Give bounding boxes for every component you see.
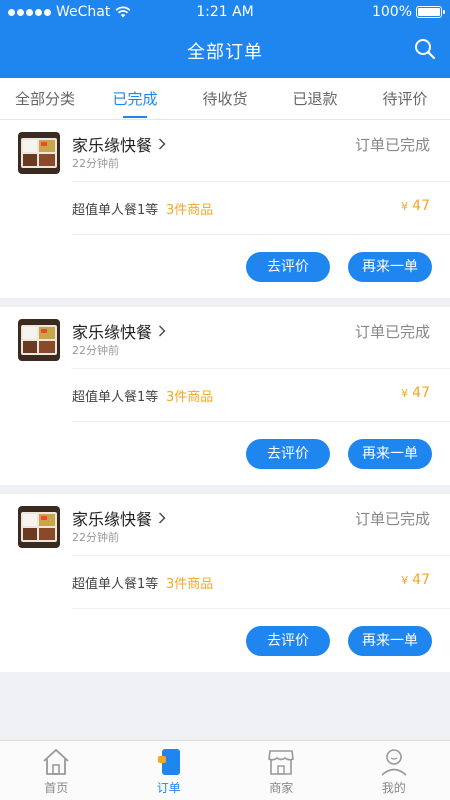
divider [72,421,450,422]
signal-icon [8,8,51,16]
item-name: 超值单人餐1等 [72,390,159,405]
app-header: WeChat 1:21 AM 100% 全部订单 [0,0,450,78]
shop-name: 家乐缘快餐 [72,323,153,342]
order-card[interactable]: 家乐缘快餐 22分钟前 订单已完成 超值单人餐1等 3件商品 ¥47 去评价 再… [0,494,450,672]
shop-name: 家乐缘快餐 [72,136,153,155]
tabbar-label: 首页 [44,781,69,795]
page-title: 全部订单 [187,42,263,63]
battery-percent: 100% [371,4,412,20]
food-thumbnail[interactable] [18,132,60,174]
shop-link[interactable]: 家乐缘快餐 [72,319,166,343]
shop-link[interactable]: 家乐缘快餐 [72,132,166,156]
tabbar-merchants[interactable]: 商家 [225,741,338,800]
review-button[interactable]: 去评价 [246,439,330,469]
tabbar-label: 商家 [269,781,294,795]
order-tabs: 全部分类 已完成 待收货 已退款 待评价 [0,78,450,120]
tab-to-receive[interactable]: 待收货 [180,78,270,119]
order-card[interactable]: 家乐缘快餐 22分钟前 订单已完成 超值单人餐1等 3件商品 ¥47 去评价 再… [0,120,450,298]
divider [72,555,450,556]
reorder-button[interactable]: 再来一单 [348,252,432,282]
order-price: ¥47 [401,385,430,401]
item-count: 3件商品 [166,577,214,592]
divider [72,234,450,235]
order-list: 家乐缘快餐 22分钟前 订单已完成 超值单人餐1等 3件商品 ¥47 去评价 再… [0,120,450,681]
divider [72,368,450,369]
price-value: 47 [412,572,430,588]
search-icon[interactable] [414,38,436,60]
order-time: 22分钟前 [72,157,119,170]
divider [72,608,450,609]
divider [72,181,450,182]
carrier-name: WeChat [56,4,111,20]
profile-icon [381,749,407,776]
review-button[interactable]: 去评价 [246,252,330,282]
price-value: 47 [412,385,430,401]
currency-symbol: ¥ [401,387,409,400]
currency-symbol: ¥ [401,200,409,213]
chevron-right-icon [159,325,166,337]
tabbar-orders[interactable]: 订单 [113,741,226,800]
tab-to-review[interactable]: 待评价 [360,78,450,119]
tab-completed[interactable]: 已完成 [90,78,180,119]
tab-all[interactable]: 全部分类 [0,78,90,119]
order-card[interactable]: 家乐缘快餐 22分钟前 订单已完成 超值单人餐1等 3件商品 ¥47 去评价 再… [0,307,450,485]
order-time: 22分钟前 [72,531,119,544]
tab-refunded[interactable]: 已退款 [270,78,360,119]
tabbar-profile[interactable]: 我的 [338,741,450,800]
order-price: ¥47 [401,572,430,588]
bottom-tab-bar: 首页 订单 商家 我的 [0,740,450,800]
food-thumbnail[interactable] [18,319,60,361]
battery-icon [416,6,445,18]
orders-icon [157,749,180,775]
order-status: 订单已完成 [354,136,430,154]
price-value: 47 [412,198,430,214]
wifi-icon [115,6,131,18]
order-status: 订单已完成 [354,510,430,528]
home-icon [43,748,69,775]
shop-icon [268,750,295,775]
tabbar-label: 订单 [156,781,181,795]
order-price: ¥47 [401,198,430,214]
reorder-button[interactable]: 再来一单 [348,439,432,469]
shop-name: 家乐缘快餐 [72,510,153,529]
tabbar-home[interactable]: 首页 [0,741,113,800]
item-name: 超值单人餐1等 [72,203,159,218]
reorder-button[interactable]: 再来一单 [348,626,432,656]
status-bar: WeChat 1:21 AM 100% [0,0,450,24]
chevron-right-icon [159,138,166,150]
item-name: 超值单人餐1等 [72,577,159,592]
item-count: 3件商品 [166,390,214,405]
food-thumbnail[interactable] [18,506,60,548]
review-button[interactable]: 去评价 [246,626,330,656]
order-time: 22分钟前 [72,344,119,357]
item-count: 3件商品 [166,203,214,218]
tabbar-label: 我的 [381,781,406,795]
chevron-right-icon [159,512,166,524]
currency-symbol: ¥ [401,574,409,587]
order-status: 订单已完成 [354,323,430,341]
shop-link[interactable]: 家乐缘快餐 [72,506,166,530]
